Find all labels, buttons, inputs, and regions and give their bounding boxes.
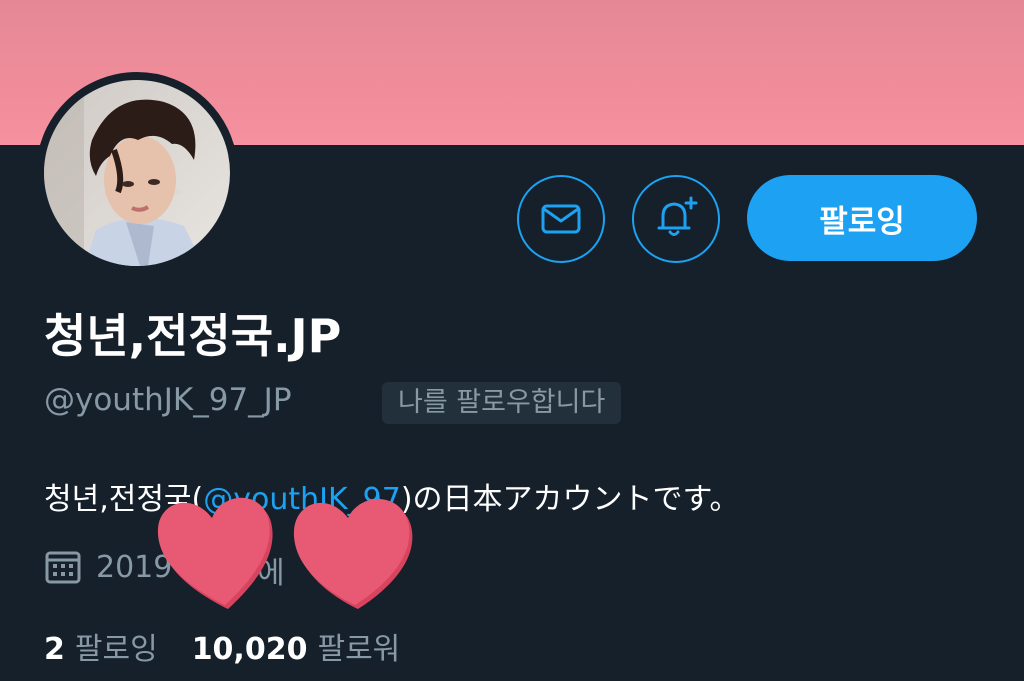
followers-count: 10,020 bbox=[191, 632, 308, 667]
following-stat[interactable]: 2 팔로잉 bbox=[44, 624, 158, 668]
following-button[interactable]: 팔로잉 bbox=[747, 175, 977, 261]
profile-page: 팔로잉 청년,전정국.JP @youthJK_97_JP 나를 팔로우합니다 청… bbox=[0, 0, 1024, 681]
avatar[interactable] bbox=[36, 72, 238, 274]
envelope-icon bbox=[541, 204, 581, 234]
following-label: 팔로잉 bbox=[74, 632, 158, 667]
display-name: 청년,전정국.JP bbox=[44, 309, 342, 363]
joined-date-suffix: 에 bbox=[257, 556, 285, 591]
bell-plus-icon bbox=[657, 196, 698, 236]
message-button[interactable] bbox=[517, 175, 605, 263]
bio-text-suffix: )の日本アカウントです。 bbox=[400, 482, 740, 517]
avatar-photo bbox=[44, 80, 230, 266]
following-count: 2 bbox=[44, 632, 65, 667]
joined-date: 2019 bbox=[44, 548, 172, 586]
followers-stat[interactable]: 10,020 팔로워 bbox=[192, 624, 401, 668]
bio: 청년,전정국(@youthJK_97)の日本アカウントです。 bbox=[44, 474, 740, 518]
notification-button[interactable] bbox=[632, 175, 720, 263]
follow-stats: 2 팔로잉 10,020 팔로워 bbox=[44, 624, 400, 668]
followers-label: 팔로워 bbox=[317, 632, 401, 667]
joined-date-text: 2019 bbox=[96, 549, 173, 585]
follows-you-badge: 나를 팔로우합니다 bbox=[382, 382, 622, 424]
bio-mention-link[interactable]: @youthJK_97 bbox=[203, 482, 401, 517]
username-handle: @youthJK_97_JP bbox=[44, 382, 292, 418]
calendar-icon bbox=[45, 551, 81, 584]
bio-text: 청년,전정국( bbox=[44, 482, 204, 517]
